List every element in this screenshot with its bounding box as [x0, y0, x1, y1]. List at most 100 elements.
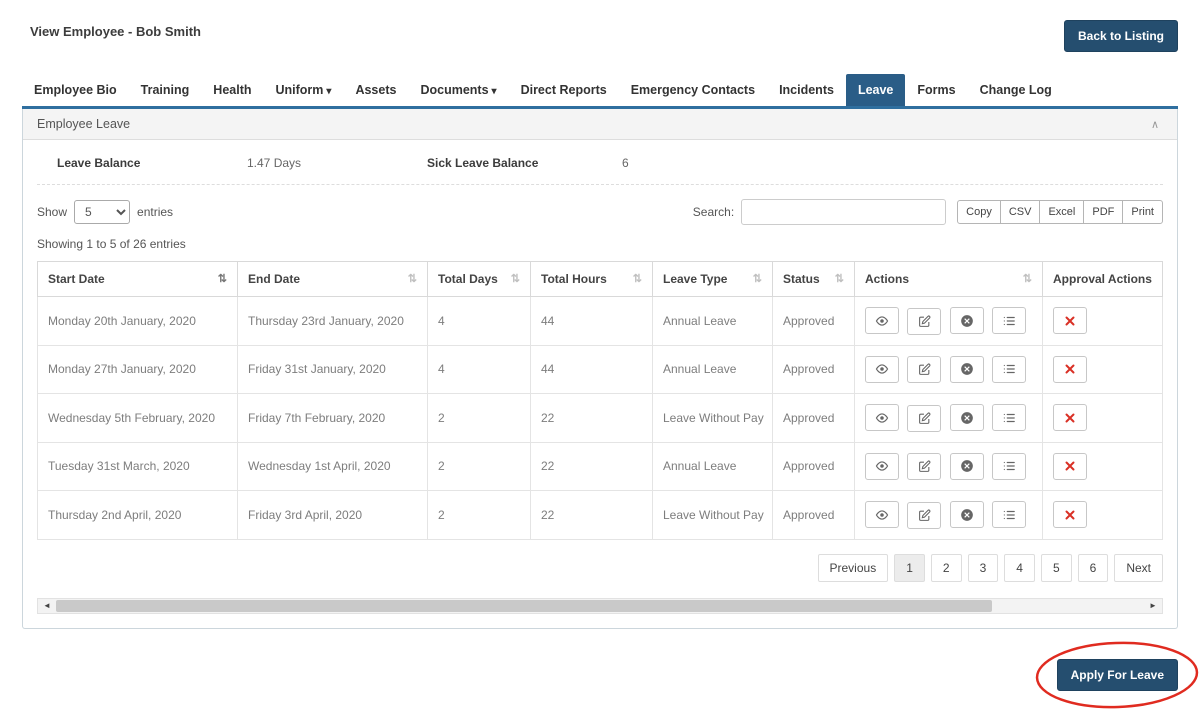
- sort-icon[interactable]: ⇅: [511, 272, 520, 285]
- view-button[interactable]: [865, 501, 899, 528]
- page-size-select[interactable]: 5: [74, 200, 131, 224]
- cancel-button[interactable]: [949, 501, 984, 528]
- print-button[interactable]: Print: [1122, 200, 1163, 224]
- pagination-page-2[interactable]: 2: [930, 553, 962, 582]
- pagination-page-4[interactable]: 4: [1004, 553, 1035, 582]
- tab-label: Employee Bio: [34, 83, 117, 97]
- edit-button[interactable]: [907, 453, 942, 480]
- cancel-button[interactable]: [949, 307, 984, 334]
- column-header-total-days[interactable]: Total Days ⇅: [427, 261, 531, 297]
- edit-button[interactable]: [907, 356, 942, 383]
- tab-label: Direct Reports: [520, 83, 607, 97]
- pagination-page-6[interactable]: 6: [1077, 553, 1109, 582]
- tab-label: Uniform: [275, 83, 324, 97]
- view-button[interactable]: [865, 355, 899, 383]
- tab-forms[interactable]: Forms: [905, 74, 967, 106]
- column-header-actions[interactable]: Actions ⇅: [854, 261, 1043, 297]
- column-header-end-date[interactable]: End Date ⇅: [237, 261, 428, 297]
- pagination-page-1[interactable]: 1: [894, 553, 925, 582]
- sort-icon[interactable]: ⇅: [835, 272, 844, 285]
- edit-button[interactable]: [907, 307, 942, 335]
- sort-icon[interactable]: ⇅: [633, 272, 642, 285]
- details-button[interactable]: [992, 452, 1027, 480]
- column-header-total-hours[interactable]: Total Hours ⇅: [530, 261, 653, 297]
- column-label: Start Date: [48, 272, 105, 286]
- scrollbar-track[interactable]: [56, 599, 1144, 613]
- horizontal-scrollbar[interactable]: ◄ ►: [37, 597, 1163, 614]
- approval-actions-cell: [1042, 344, 1163, 394]
- view-button[interactable]: [865, 307, 899, 334]
- back-to-listing-button[interactable]: Back to Listing: [1063, 20, 1178, 52]
- tab-documents[interactable]: Documents ▾: [408, 74, 508, 106]
- pagination-next[interactable]: Next: [1114, 553, 1163, 582]
- reject-button[interactable]: [1053, 501, 1087, 529]
- cancel-button[interactable]: [949, 452, 984, 480]
- tab-label: Training: [140, 83, 190, 97]
- excel-button[interactable]: Excel: [1039, 200, 1085, 224]
- search-input[interactable]: [741, 199, 947, 225]
- details-button[interactable]: [992, 307, 1027, 334]
- edit-button[interactable]: [907, 404, 942, 432]
- column-label: Total Hours: [541, 272, 607, 286]
- actions-cell: [854, 441, 1043, 491]
- column-header-status[interactable]: Status ⇅: [772, 261, 855, 297]
- tab-employee-bio[interactable]: Employee Bio: [22, 74, 129, 106]
- reject-button[interactable]: [1053, 355, 1087, 383]
- sort-icon[interactable]: ⇅: [408, 272, 417, 285]
- pdf-button[interactable]: PDF: [1083, 200, 1124, 224]
- tab-emergency-contacts[interactable]: Emergency Contacts: [619, 74, 767, 106]
- reject-button[interactable]: [1053, 452, 1087, 480]
- end-date-cell: Friday 31st January, 2020: [237, 344, 428, 394]
- pagination-page-5[interactable]: 5: [1040, 553, 1072, 582]
- tab-assets[interactable]: Assets: [343, 74, 408, 106]
- scrollbar-thumb[interactable]: [56, 599, 992, 612]
- tab-uniform[interactable]: Uniform ▾: [264, 74, 344, 106]
- actions-cell: [854, 344, 1043, 394]
- tab-health[interactable]: Health: [201, 74, 263, 106]
- leave-balances: Leave Balance 1.47 Days Sick Leave Balan…: [37, 140, 1163, 185]
- edit-icon: [918, 509, 931, 521]
- pagination-page-3[interactable]: 3: [967, 553, 999, 582]
- total-days-cell: 2: [427, 441, 531, 491]
- reject-button[interactable]: [1053, 404, 1087, 432]
- details-button[interactable]: [992, 355, 1027, 383]
- scroll-right-arrow-icon[interactable]: ►: [1144, 598, 1162, 613]
- reject-button[interactable]: [1053, 307, 1087, 335]
- details-button[interactable]: [992, 404, 1027, 431]
- pagination-previous[interactable]: Previous: [817, 553, 889, 582]
- leave-type-cell: Annual Leave: [652, 441, 773, 491]
- column-label: Actions: [865, 272, 910, 286]
- cancel-button[interactable]: [949, 404, 984, 431]
- sort-icon[interactable]: ⇅: [753, 272, 762, 285]
- end-date-cell: Thursday 23rd January, 2020: [237, 296, 428, 346]
- edit-button[interactable]: [907, 501, 942, 529]
- tab-change-log[interactable]: Change Log: [968, 74, 1064, 106]
- column-header-leave-type[interactable]: Leave Type ⇅: [652, 261, 773, 297]
- start-date-cell: Thursday 2nd April, 2020: [37, 490, 238, 540]
- cancel-button[interactable]: [949, 355, 984, 383]
- tab-leave[interactable]: Leave: [845, 74, 906, 106]
- view-button[interactable]: [865, 404, 899, 431]
- cancel-icon: [960, 411, 973, 424]
- edit-icon: [918, 412, 931, 424]
- sort-icon[interactable]: ⇅: [218, 272, 227, 285]
- list-icon: [1003, 316, 1015, 325]
- start-date-cell: Wednesday 5th February, 2020: [37, 393, 238, 443]
- collapse-icon[interactable]: ∧: [1147, 118, 1163, 131]
- actions-cell: [854, 296, 1043, 346]
- scroll-left-arrow-icon[interactable]: ◄: [38, 598, 56, 613]
- tab-training[interactable]: Training: [129, 74, 202, 106]
- copy-button[interactable]: Copy: [957, 200, 1001, 224]
- details-button[interactable]: [992, 501, 1027, 528]
- view-button[interactable]: [865, 452, 899, 480]
- footer: Apply For Leave: [0, 629, 1200, 708]
- eye-icon: [875, 509, 889, 520]
- sort-icon[interactable]: ⇅: [1023, 272, 1032, 285]
- table-row: Thursday 2nd April, 2020 Friday 3rd Apri…: [37, 490, 1163, 540]
- apply-for-leave-button[interactable]: Apply For Leave: [1056, 658, 1178, 691]
- csv-button[interactable]: CSV: [999, 200, 1041, 224]
- cancel-icon: [960, 460, 973, 472]
- tab-incidents[interactable]: Incidents: [767, 74, 846, 106]
- column-header-start-date[interactable]: Start Date ⇅: [37, 261, 238, 297]
- tab-direct-reports[interactable]: Direct Reports: [509, 74, 619, 106]
